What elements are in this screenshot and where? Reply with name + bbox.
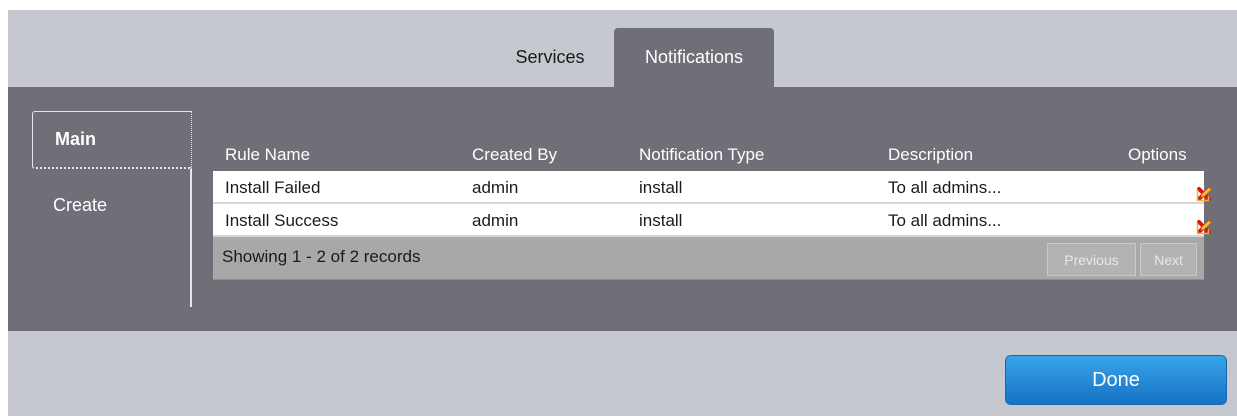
tab-services[interactable]: Services (486, 28, 614, 87)
sidebar-divider (190, 169, 192, 307)
cell-description: To all admins... (888, 178, 1002, 197)
cell-rule-name: Install Failed (225, 178, 321, 197)
column-header-created-by[interactable]: Created By (472, 145, 557, 165)
table-header: Rule Name Created By Notification Type D… (213, 141, 1204, 171)
column-header-options: Options (1128, 145, 1187, 164)
cell-notification-type: install (639, 211, 683, 230)
cell-description: To all admins... (888, 211, 1002, 230)
sidebar-item-label: Main (55, 129, 97, 149)
records-status: Showing 1 - 2 of 2 records (222, 247, 421, 266)
cell-notification-type: install (639, 178, 683, 197)
next-page-button[interactable]: Next (1140, 243, 1197, 276)
notifications-panel: Main Create Rule Name Created By Notific… (8, 87, 1237, 331)
rules-table: Rule Name Created By Notification Type D… (213, 141, 1212, 280)
table-row[interactable]: Install Failed admin install To all admi… (213, 171, 1212, 204)
cell-created-by: admin (472, 211, 519, 230)
edit-pencil-icon[interactable] (1196, 186, 1212, 202)
cell-rule-name: Install Success (225, 211, 339, 230)
cell-created-by: admin (472, 178, 519, 197)
previous-page-button[interactable]: Previous (1047, 243, 1136, 276)
dialog: Services Notifications Main Create Rule … (8, 10, 1237, 416)
tab-bar: Services Notifications (8, 10, 1237, 87)
column-header-description[interactable]: Description (888, 145, 973, 165)
edit-pencil-icon[interactable] (1196, 219, 1212, 235)
sidebar-item-main[interactable]: Main (32, 111, 192, 169)
table-footer: Showing 1 - 2 of 2 records Previous Next (213, 237, 1204, 280)
sidebar-item-label: Create (53, 194, 108, 215)
table-row[interactable]: Install Success admin install To all adm… (213, 204, 1212, 237)
sidebar-item-create[interactable]: Create (32, 177, 192, 233)
column-header-notification-type[interactable]: Notification Type (639, 145, 764, 165)
tab-notifications[interactable]: Notifications (614, 28, 774, 87)
done-button[interactable]: Done (1005, 355, 1227, 405)
column-header-rule-name[interactable]: Rule Name (225, 145, 310, 165)
